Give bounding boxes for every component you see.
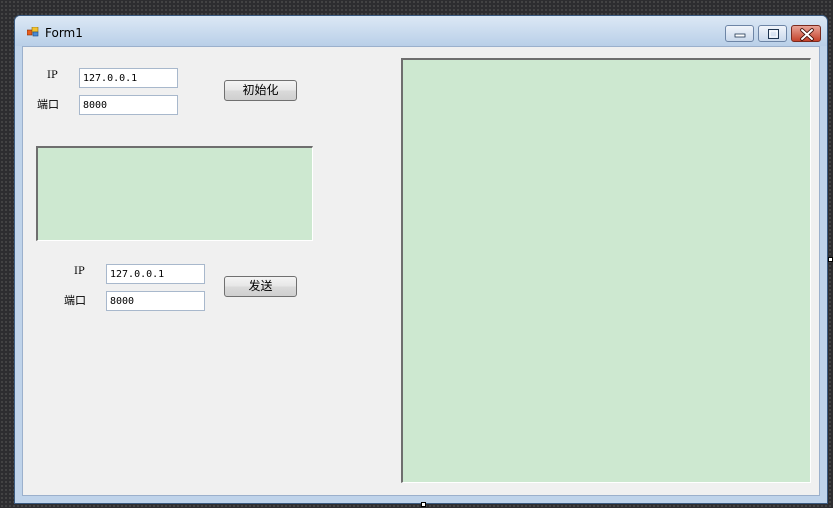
- maximize-button[interactable]: [758, 25, 787, 42]
- close-icon: [800, 28, 814, 41]
- send-ip-input[interactable]: [106, 264, 205, 284]
- send-ip-label: IP: [74, 266, 85, 277]
- form-window: Form1 IP 端口 初始化 IP: [14, 15, 828, 504]
- minimize-icon: [734, 33, 746, 38]
- minimize-button[interactable]: [725, 25, 754, 42]
- init-button[interactable]: 初始化: [224, 80, 297, 101]
- message-panel: [401, 58, 811, 483]
- init-port-input[interactable]: [79, 95, 178, 115]
- send-port-label: 端口: [64, 294, 86, 307]
- close-button[interactable]: [791, 25, 821, 42]
- window-title: Form1: [45, 26, 83, 40]
- form-app-icon: [27, 27, 39, 37]
- form-client-area: IP 端口 初始化 IP 端口 发送: [22, 46, 820, 496]
- resize-handle-right[interactable]: [828, 257, 833, 262]
- status-panel: [36, 146, 313, 241]
- init-ip-label: IP: [47, 70, 58, 81]
- init-ip-input[interactable]: [79, 68, 178, 88]
- maximize-icon: [768, 29, 779, 39]
- init-port-label: 端口: [37, 98, 59, 111]
- resize-handle-bottom[interactable]: [421, 502, 426, 507]
- title-bar[interactable]: Form1: [15, 16, 827, 46]
- send-button[interactable]: 发送: [224, 276, 297, 297]
- send-port-input[interactable]: [106, 291, 205, 311]
